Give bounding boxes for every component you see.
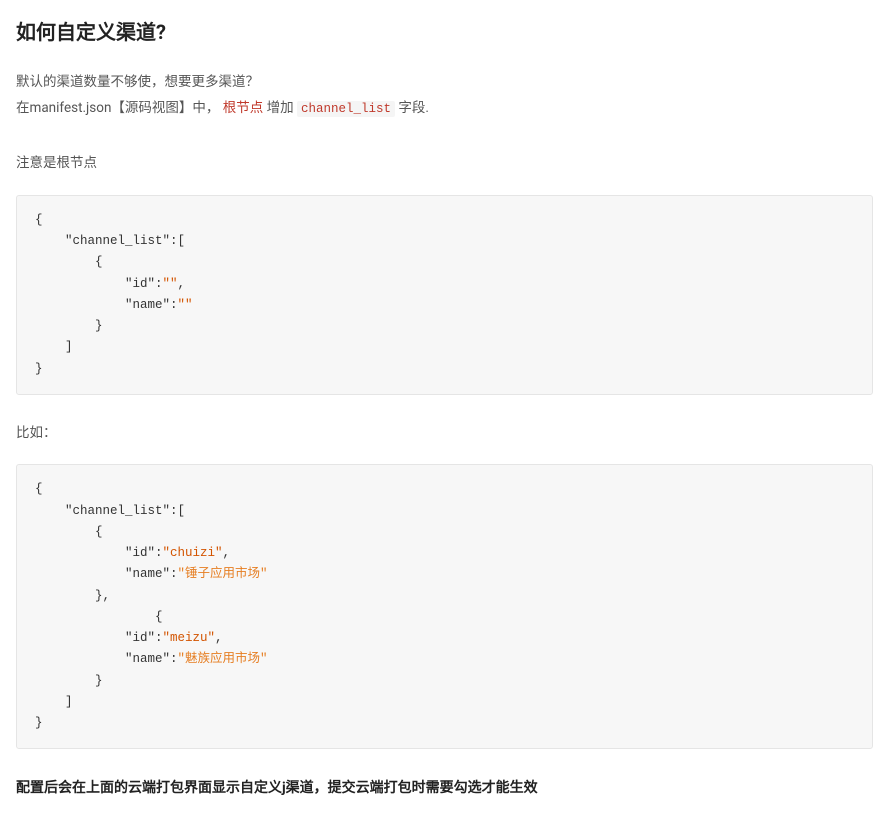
page-heading: 如何自定义渠道? [16, 16, 873, 48]
intro-root-node: 根节点 [223, 100, 264, 116]
code-block-template: { "channel_list":[ { "id":"", "name":"" … [16, 195, 873, 395]
code-block-example: { "channel_list":[ { "id":"chuizi", "nam… [16, 464, 873, 749]
intro-prefix: 在manifest.json【源码视图】中， [16, 100, 219, 116]
intro-suffix: 字段. [395, 100, 429, 116]
inline-code-channel-list: channel_list [297, 101, 395, 117]
note-root-node: 注意是根节点 [16, 153, 873, 175]
intro-line-2: 在manifest.json【源码视图】中， 根节点 增加 channel_li… [16, 98, 873, 120]
intro-mid: 增加 [263, 100, 297, 116]
bold-config-note: 配置后会在上面的云端打包界面显示自定义j渠道，提交云端打包时需要勾选才能生效 [16, 777, 873, 799]
intro-line-1: 默认的渠道数量不够使，想要更多渠道？ [16, 72, 873, 94]
example-label: 比如： [16, 423, 873, 445]
